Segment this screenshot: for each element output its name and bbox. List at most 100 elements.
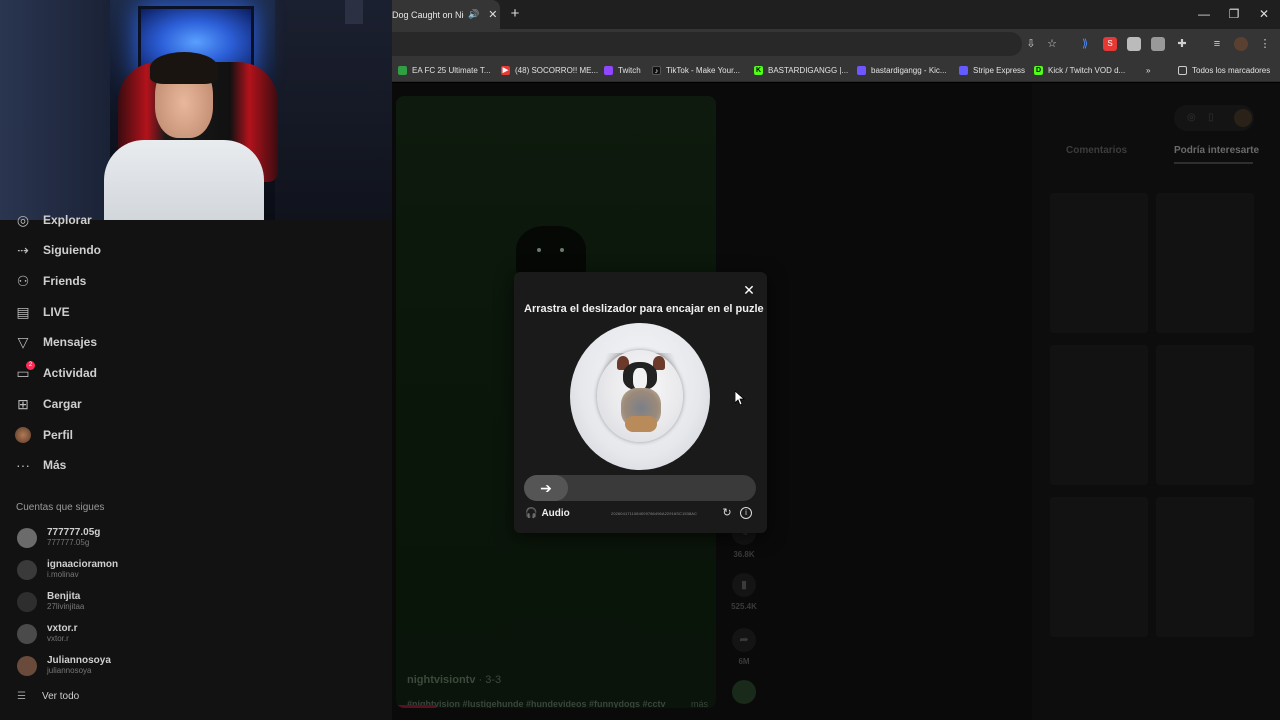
- audio-button[interactable]: 🎧 Audio: [525, 508, 570, 519]
- live-icon: ▤: [16, 304, 30, 320]
- right-panel: ◎ ▯ Comentarios Podría interesarte: [1032, 83, 1280, 720]
- cam-shelf-decoration: [345, 0, 363, 24]
- slider-handle-arrow-icon[interactable]: ➔: [524, 475, 568, 501]
- music-disc-icon[interactable]: [732, 680, 756, 704]
- account-username: juliannosoya: [47, 666, 92, 675]
- all-bookmarks-folder[interactable]: Todos los marcadores: [1178, 63, 1270, 77]
- profile-avatar-icon[interactable]: [1234, 37, 1248, 51]
- panel-toolbar: ◎ ▯: [1174, 105, 1254, 131]
- close-tab-icon[interactable]: ✕: [488, 8, 497, 21]
- bookmark-item[interactable]: EA FC 25 Ultimate T...: [398, 63, 491, 77]
- related-video-thumbnail[interactable]: [1156, 345, 1254, 485]
- captcha-title: Arrastra el deslizador para encajar en e…: [524, 303, 764, 315]
- info-icon[interactable]: i: [740, 507, 752, 519]
- tab-podria-interesarte[interactable]: Podría interesarte: [1174, 145, 1259, 156]
- captcha-slider-track[interactable]: ➔: [524, 475, 756, 501]
- share-action[interactable]: ➦ 6M: [730, 628, 758, 666]
- cam-wall: [0, 0, 110, 220]
- account-username: 777777.05g: [47, 538, 90, 547]
- cam-person-torso: [104, 140, 264, 220]
- captcha-dialog: ✕ Arrastra el deslizador para encajar en…: [514, 272, 767, 533]
- video-hashtags[interactable]: #nightvision #lustigehunde #hundevideos …: [407, 699, 666, 708]
- avatar: [17, 623, 37, 644]
- avatar: [17, 559, 37, 580]
- extension-audio-icon[interactable]: ⟫: [1078, 37, 1092, 51]
- kick-vod-icon: D: [1034, 65, 1043, 75]
- more-icon: ···: [16, 457, 30, 473]
- see-all-link[interactable]: ☰ Ver todo: [17, 691, 79, 702]
- sidebar-item-label: Explorar: [43, 213, 92, 227]
- compass-icon[interactable]: ◎: [1187, 112, 1196, 123]
- sidebar-item-label: Mensajes: [43, 335, 98, 349]
- following-account-2[interactable]: ignaacioramon i.molinav: [17, 559, 118, 580]
- profile-avatar: [15, 427, 31, 443]
- following-account-1[interactable]: 777777.05g 777777.05g: [17, 527, 100, 548]
- video-dog-eye: [537, 248, 541, 252]
- address-bar[interactable]: [392, 32, 1022, 56]
- related-video-thumbnail[interactable]: [1050, 345, 1148, 485]
- sidebar-item-actividad[interactable]: ▭ 2 Actividad: [15, 361, 97, 385]
- sidebar-item-live[interactable]: ▤ LIVE: [15, 300, 69, 324]
- video-progress-bar[interactable]: [396, 705, 436, 708]
- close-window-button[interactable]: ✕: [1254, 6, 1274, 22]
- extensions-puzzle-icon[interactable]: ✚: [1175, 37, 1189, 51]
- close-icon[interactable]: ✕: [741, 282, 757, 298]
- captcha-id-text: 2026041711084009786496A22916SC1538AC: [611, 511, 698, 516]
- share-icon[interactable]: ➦: [732, 628, 756, 652]
- account-name: 777777.05g: [47, 527, 101, 538]
- extension-n-icon[interactable]: [1127, 37, 1141, 51]
- bookmark-item[interactable]: K BASTARDIGANGG |...: [754, 63, 848, 77]
- tab-active[interactable]: Dog Caught on Nigh 🔊 ✕: [392, 0, 500, 29]
- avatar[interactable]: [1234, 109, 1252, 127]
- install-app-icon[interactable]: ⇩: [1024, 37, 1038, 51]
- sidebar-item-siguiendo[interactable]: ⇢ Siguiendo: [15, 238, 101, 262]
- restore-button[interactable]: ❐: [1224, 6, 1244, 22]
- following-account-4[interactable]: vxtor.r vxtor.r: [17, 623, 78, 644]
- music-disc-action[interactable]: [730, 680, 758, 704]
- sidebar-item-mas[interactable]: ··· Más: [15, 453, 66, 477]
- following-account-3[interactable]: Benjita 27livinjitaa: [17, 591, 84, 612]
- video-author[interactable]: nightvisiontv · 3-3: [407, 674, 501, 686]
- sidebar-item-mensajes[interactable]: ▽ Mensajes: [15, 330, 97, 354]
- device-icon[interactable]: ▯: [1208, 112, 1214, 123]
- bookmark-item[interactable]: Twitch: [604, 63, 641, 77]
- video-more-link[interactable]: más: [691, 699, 708, 708]
- bookmark-icon[interactable]: ▮: [732, 573, 756, 597]
- compass-icon: ◎: [16, 212, 30, 228]
- related-video-thumbnail[interactable]: [1050, 193, 1148, 333]
- minimize-button[interactable]: —: [1194, 6, 1214, 22]
- avatar: [17, 527, 37, 548]
- menu-kebab-icon[interactable]: ⋮: [1258, 37, 1272, 51]
- following-account-5[interactable]: Juliannosoya juliannosoya: [17, 655, 111, 676]
- sidebar-item-perfil[interactable]: Perfil: [15, 423, 73, 447]
- more-bookmarks-chevron-icon[interactable]: »: [1146, 63, 1150, 77]
- sidebar-item-friends[interactable]: ⚇ Friends: [15, 269, 87, 293]
- speaker-icon[interactable]: 🔊: [468, 9, 479, 20]
- bookmarks-bar: EA FC 25 Ultimate T... ▶ (48) SOCORRO!! M…: [392, 58, 1280, 82]
- related-video-thumbnail[interactable]: [1156, 193, 1254, 333]
- bookmark-star-icon[interactable]: ☆: [1045, 37, 1059, 51]
- cam-shelf: [275, 0, 392, 220]
- extension-s-icon[interactable]: S: [1103, 37, 1117, 51]
- related-video-thumbnail[interactable]: [1156, 497, 1254, 637]
- bookmark-item[interactable]: bastardigangg - Kic...: [857, 63, 947, 77]
- bookmark-item[interactable]: ♪ TikTok - Make Your...: [652, 63, 740, 77]
- save-count: 525.4K: [731, 602, 757, 611]
- bookmark-item[interactable]: D Kick / Twitch VOD d...: [1034, 63, 1125, 77]
- refresh-icon[interactable]: ↻: [721, 507, 733, 519]
- bookmark-item[interactable]: Stripe Express: [959, 63, 1025, 77]
- sidebar-item-explorar[interactable]: ◎ Explorar: [15, 208, 92, 232]
- activity-icon: ▭ 2: [15, 361, 35, 381]
- media-control-icon[interactable]: ≡: [1210, 37, 1224, 51]
- video-dog-eye: [560, 248, 564, 252]
- save-action[interactable]: ▮ 525.4K: [730, 573, 758, 611]
- sidebar-item-cargar[interactable]: ⊞ Cargar: [15, 392, 82, 416]
- sidebar-item-label: Más: [43, 458, 67, 472]
- bookmark-item[interactable]: ▶ (48) SOCORRO!! ME...: [501, 63, 598, 77]
- new-tab-button[interactable]: +: [506, 5, 524, 23]
- bookmark-label: Kick / Twitch VOD d...: [1048, 65, 1126, 75]
- extension-grey-icon[interactable]: [1151, 37, 1165, 51]
- tab-comentarios[interactable]: Comentarios: [1066, 145, 1127, 156]
- puppy-legs: [625, 416, 657, 432]
- related-video-thumbnail[interactable]: [1050, 497, 1148, 637]
